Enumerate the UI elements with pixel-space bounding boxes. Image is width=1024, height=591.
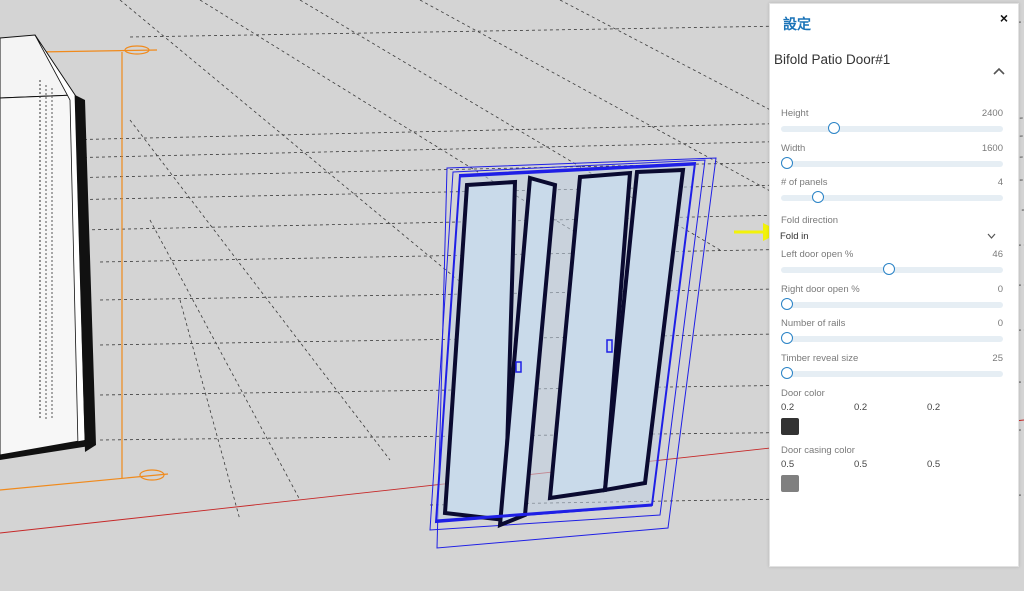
object-name: Bifold Patio Door#1 bbox=[774, 52, 891, 67]
slider-thumb[interactable] bbox=[781, 157, 793, 169]
color-b: 0.2 bbox=[927, 402, 941, 413]
slider-track[interactable] bbox=[781, 126, 1003, 132]
settings-panel: 設定 × Bifold Patio Door#1 Height 2400 Wid… bbox=[769, 3, 1019, 567]
param-value: 4 bbox=[997, 177, 1003, 188]
slider-thumb[interactable] bbox=[781, 367, 793, 379]
slider-track[interactable] bbox=[781, 371, 1003, 377]
slider-thumb[interactable] bbox=[827, 122, 840, 134]
building-block bbox=[0, 34, 96, 460]
door-color: Door color 0.2 0.2 0.2 bbox=[781, 388, 1003, 438]
slider-thumb[interactable] bbox=[883, 263, 896, 275]
fold-direction-value: Fold in bbox=[780, 231, 809, 242]
param-value: 1600 bbox=[981, 143, 1003, 154]
fold-direction-select[interactable]: Fold in bbox=[780, 231, 1002, 247]
slider-thumb[interactable] bbox=[781, 332, 793, 344]
param-label: Left door open % bbox=[781, 249, 854, 260]
param-timber-reveal: Timber reveal size 25 bbox=[781, 353, 1003, 387]
color-g: 0.5 bbox=[854, 459, 868, 470]
slider-thumb[interactable] bbox=[812, 191, 825, 203]
chevron-up-icon[interactable] bbox=[992, 66, 1006, 76]
color-b: 0.5 bbox=[927, 459, 941, 470]
param-panels: # of panels 4 bbox=[781, 177, 1003, 211]
param-label: Height bbox=[781, 108, 809, 119]
param-width: Width 1600 bbox=[781, 143, 1003, 177]
panel-title: 設定 bbox=[783, 16, 811, 32]
fold-direction: Fold direction Fold in bbox=[780, 215, 1002, 249]
slider-track[interactable] bbox=[781, 302, 1003, 308]
color-r: 0.2 bbox=[781, 402, 795, 413]
door-color-label: Door color bbox=[781, 388, 825, 399]
color-g: 0.2 bbox=[854, 402, 868, 413]
casing-color: Door casing color 0.5 0.5 0.5 bbox=[781, 445, 1003, 495]
param-left-open: Left door open % 46 bbox=[781, 249, 1003, 283]
param-label: Width bbox=[781, 143, 806, 154]
param-label: Timber reveal size bbox=[781, 353, 859, 364]
casing-color-label: Door casing color bbox=[781, 445, 855, 456]
param-right-open: Right door open % 0 bbox=[781, 284, 1003, 318]
slider-thumb[interactable] bbox=[781, 298, 793, 310]
param-label: Number of rails bbox=[781, 318, 846, 329]
param-value: 0 bbox=[997, 284, 1003, 295]
param-value: 25 bbox=[992, 353, 1003, 364]
param-value: 46 bbox=[992, 249, 1003, 260]
slider-track[interactable] bbox=[781, 161, 1003, 167]
casing-color-swatch[interactable] bbox=[781, 475, 799, 492]
color-r: 0.5 bbox=[781, 459, 795, 470]
close-button[interactable]: × bbox=[1000, 8, 1008, 28]
chevron-down-icon bbox=[987, 233, 996, 239]
param-value: 2400 bbox=[981, 108, 1003, 119]
fold-direction-label: Fold direction bbox=[781, 215, 839, 226]
param-height: Height 2400 bbox=[781, 108, 1003, 142]
door-color-swatch[interactable] bbox=[781, 418, 799, 435]
param-label: # of panels bbox=[781, 177, 828, 188]
param-rails: Number of rails 0 bbox=[781, 318, 1003, 352]
param-value: 0 bbox=[997, 318, 1003, 329]
param-label: Right door open % bbox=[781, 284, 860, 295]
slider-track[interactable] bbox=[781, 336, 1003, 342]
